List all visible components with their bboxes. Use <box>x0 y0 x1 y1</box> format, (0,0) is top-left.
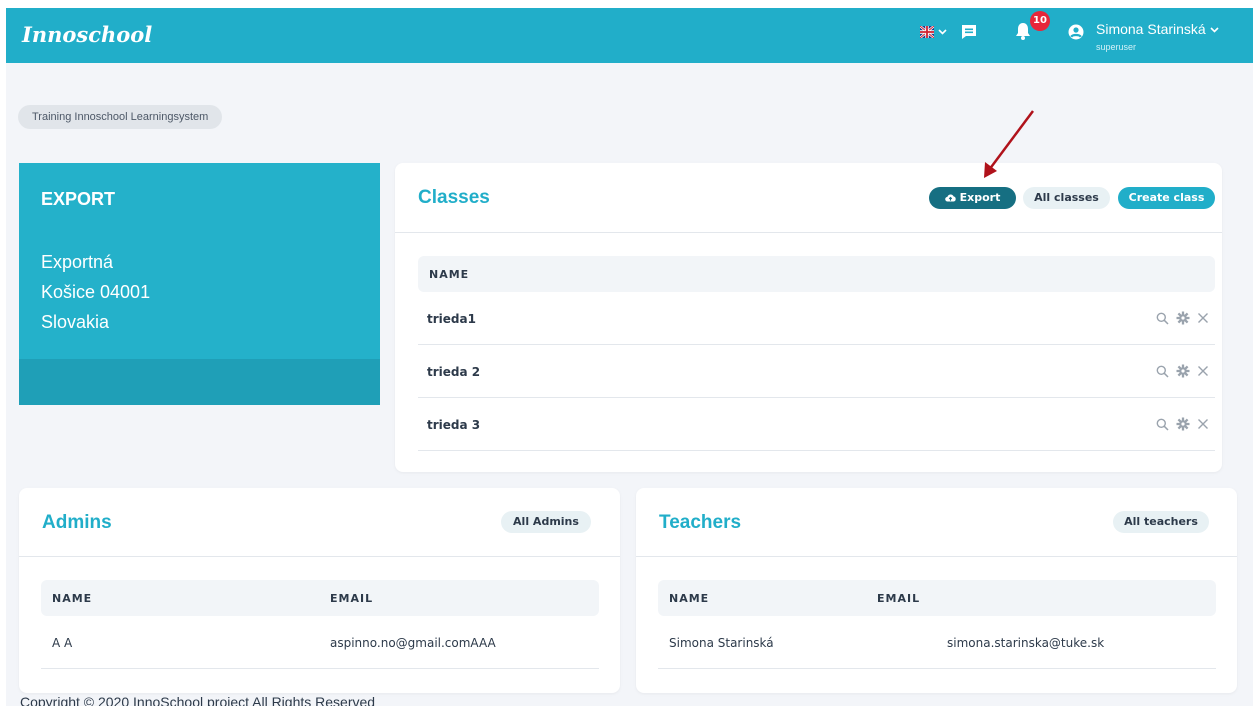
teachers-table-header: NAME EMAIL <box>658 580 1216 616</box>
all-classes-button[interactable]: All classes <box>1023 187 1110 209</box>
table-row: A A aspinno.no@gmail.comAAA <box>41 617 599 669</box>
top-navbar: Innoschool 10 Simona Starinská superuser <box>6 8 1253 63</box>
card-divider <box>19 556 620 557</box>
column-header-name: NAME <box>669 592 710 605</box>
class-name[interactable]: trieda 2 <box>427 365 480 379</box>
settings-gear-icon[interactable] <box>1176 364 1190 378</box>
view-search-icon[interactable] <box>1156 365 1169 378</box>
export-button[interactable]: Export <box>929 187 1016 209</box>
classes-title: Classes <box>418 187 490 208</box>
user-role: superuser <box>1096 42 1137 52</box>
app-logo[interactable]: Innoschool <box>22 22 152 47</box>
view-search-icon[interactable] <box>1156 418 1169 431</box>
user-name[interactable]: Simona Starinská <box>1096 21 1219 37</box>
delete-close-icon[interactable] <box>1197 418 1209 430</box>
breadcrumb[interactable]: Training Innoschool Learningsystem <box>18 105 223 129</box>
classes-table-header: NAME <box>418 256 1215 292</box>
delete-close-icon[interactable] <box>1197 312 1209 324</box>
school-info-panel: EXPORT Exportná Košice 04001 Slovakia <box>19 163 380 405</box>
table-row: trieda 3 <box>418 399 1215 451</box>
column-header-email: EMAIL <box>330 592 374 605</box>
language-chevron-down-icon[interactable] <box>938 29 947 35</box>
export-button-label: Export <box>959 191 1001 204</box>
class-name[interactable]: trieda1 <box>427 312 476 326</box>
view-search-icon[interactable] <box>1156 312 1169 325</box>
admin-email: aspinno.no@gmail.comAAA <box>330 636 496 650</box>
admins-table-header: NAME EMAIL <box>41 580 599 616</box>
address-country: Slovakia <box>41 312 110 332</box>
column-header-name: NAME <box>52 592 93 605</box>
app-frame: Innoschool 10 Simona Starinská superuser <box>6 8 1253 706</box>
admins-card: Admins All Admins NAME EMAIL A A aspinno… <box>19 488 620 693</box>
column-header-name: NAME <box>429 268 470 281</box>
classes-card: Classes Export All classes Create class … <box>395 163 1222 472</box>
user-menu-chevron-down-icon[interactable] <box>1210 27 1219 33</box>
settings-gear-icon[interactable] <box>1176 311 1190 325</box>
teacher-email: simona.starinska@tuke.sk <box>947 636 1105 650</box>
cloud-upload-icon <box>944 194 956 202</box>
notifications-count-badge: 10 <box>1030 11 1050 31</box>
notifications-bell-icon[interactable] <box>1015 22 1031 40</box>
address-street: Exportná <box>41 252 114 272</box>
school-info-panel-footer <box>19 359 380 405</box>
messages-icon[interactable] <box>960 23 978 41</box>
all-admins-button[interactable]: All Admins <box>501 511 591 533</box>
address-city: Košice 04001 <box>41 282 151 302</box>
admins-title: Admins <box>42 512 112 533</box>
copyright-footer: Copyright © 2020 InnoSchool project All … <box>20 694 376 706</box>
teacher-name: Simona Starinská <box>669 636 774 650</box>
table-row: trieda 2 <box>418 346 1215 398</box>
settings-gear-icon[interactable] <box>1176 417 1190 431</box>
table-row: trieda1 <box>418 293 1215 345</box>
card-divider <box>636 556 1237 557</box>
table-row: Simona Starinská simona.starinska@tuke.s… <box>658 617 1216 669</box>
delete-close-icon[interactable] <box>1197 365 1209 377</box>
column-header-email: EMAIL <box>877 592 921 605</box>
user-avatar-icon[interactable] <box>1068 24 1084 40</box>
teachers-card: Teachers All teachers NAME EMAIL Simona … <box>636 488 1237 693</box>
create-class-button[interactable]: Create class <box>1118 187 1215 209</box>
all-teachers-button[interactable]: All teachers <box>1113 511 1209 533</box>
teachers-title: Teachers <box>659 512 742 533</box>
admin-name: A A <box>52 636 73 650</box>
school-name: EXPORT <box>41 189 116 209</box>
class-name[interactable]: trieda 3 <box>427 418 480 432</box>
uk-flag-icon[interactable] <box>920 26 934 38</box>
card-divider <box>395 232 1222 233</box>
